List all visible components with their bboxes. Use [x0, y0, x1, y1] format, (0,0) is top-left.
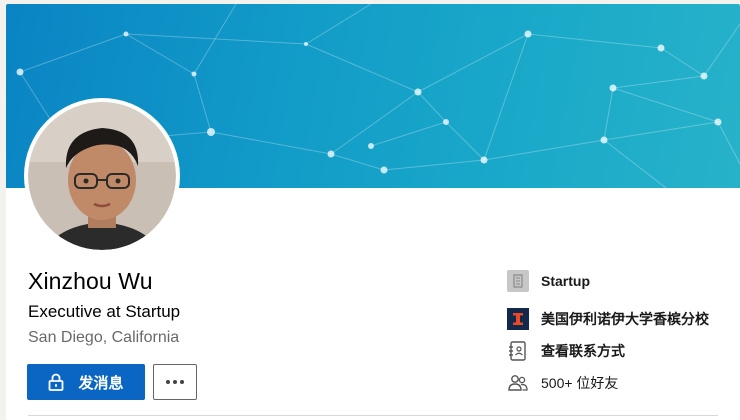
- sidebar-item-connections[interactable]: 500+ 位好友: [507, 372, 618, 394]
- more-dots-icon: [166, 380, 184, 384]
- building-icon: [507, 270, 529, 292]
- profile-avatar[interactable]: [28, 102, 176, 250]
- more-actions-button[interactable]: [153, 364, 197, 400]
- contact-info-link[interactable]: 查看联系方式: [541, 341, 625, 361]
- people-icon: [507, 372, 529, 394]
- profile-headline: Executive at Startup: [28, 302, 181, 321]
- profile-card: Xinzhou Wu Executive at Startup San Dieg…: [6, 4, 740, 420]
- school-name: 美国伊利诺伊大学香槟分校: [541, 311, 709, 327]
- lock-icon: [49, 373, 64, 391]
- school-logo-icon: [507, 308, 529, 330]
- section-divider: [28, 415, 718, 416]
- profile-location: San Diego, California: [28, 329, 180, 346]
- message-button-label: 发消息: [78, 374, 124, 392]
- profile-name: Xinzhou Wu: [28, 268, 153, 294]
- sidebar-item-contact[interactable]: 查看联系方式: [507, 340, 625, 362]
- profile-photo: [28, 102, 176, 250]
- address-book-icon: [507, 340, 529, 362]
- company-name: Startup: [541, 273, 590, 289]
- message-button[interactable]: 发消息: [27, 364, 145, 400]
- sidebar-item-company[interactable]: Startup: [507, 270, 590, 292]
- sidebar-item-school[interactable]: 美国伊利诺伊大学香槟分校: [507, 308, 709, 330]
- connections-count: 500+ 位好友: [541, 375, 619, 391]
